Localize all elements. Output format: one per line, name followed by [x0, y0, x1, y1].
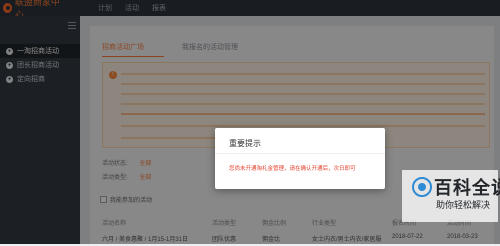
modal-title: 重要提示 [229, 139, 261, 148]
watermark-subtitle: 助你轻松解决 [436, 200, 491, 210]
modal-message: 您尚未开通淘礼金管理，请在确认开通后，次日即可 [229, 166, 356, 172]
baike-logo-icon [412, 177, 432, 197]
modal-divider [215, 153, 385, 154]
watermark-title: 百科全说 [434, 178, 500, 198]
important-notice-modal: 重要提示 您尚未开通淘礼金管理，请在确认开通后，次日即可 [215, 128, 385, 189]
baike-watermark: 百科全说 助你轻松解决 [402, 170, 500, 222]
